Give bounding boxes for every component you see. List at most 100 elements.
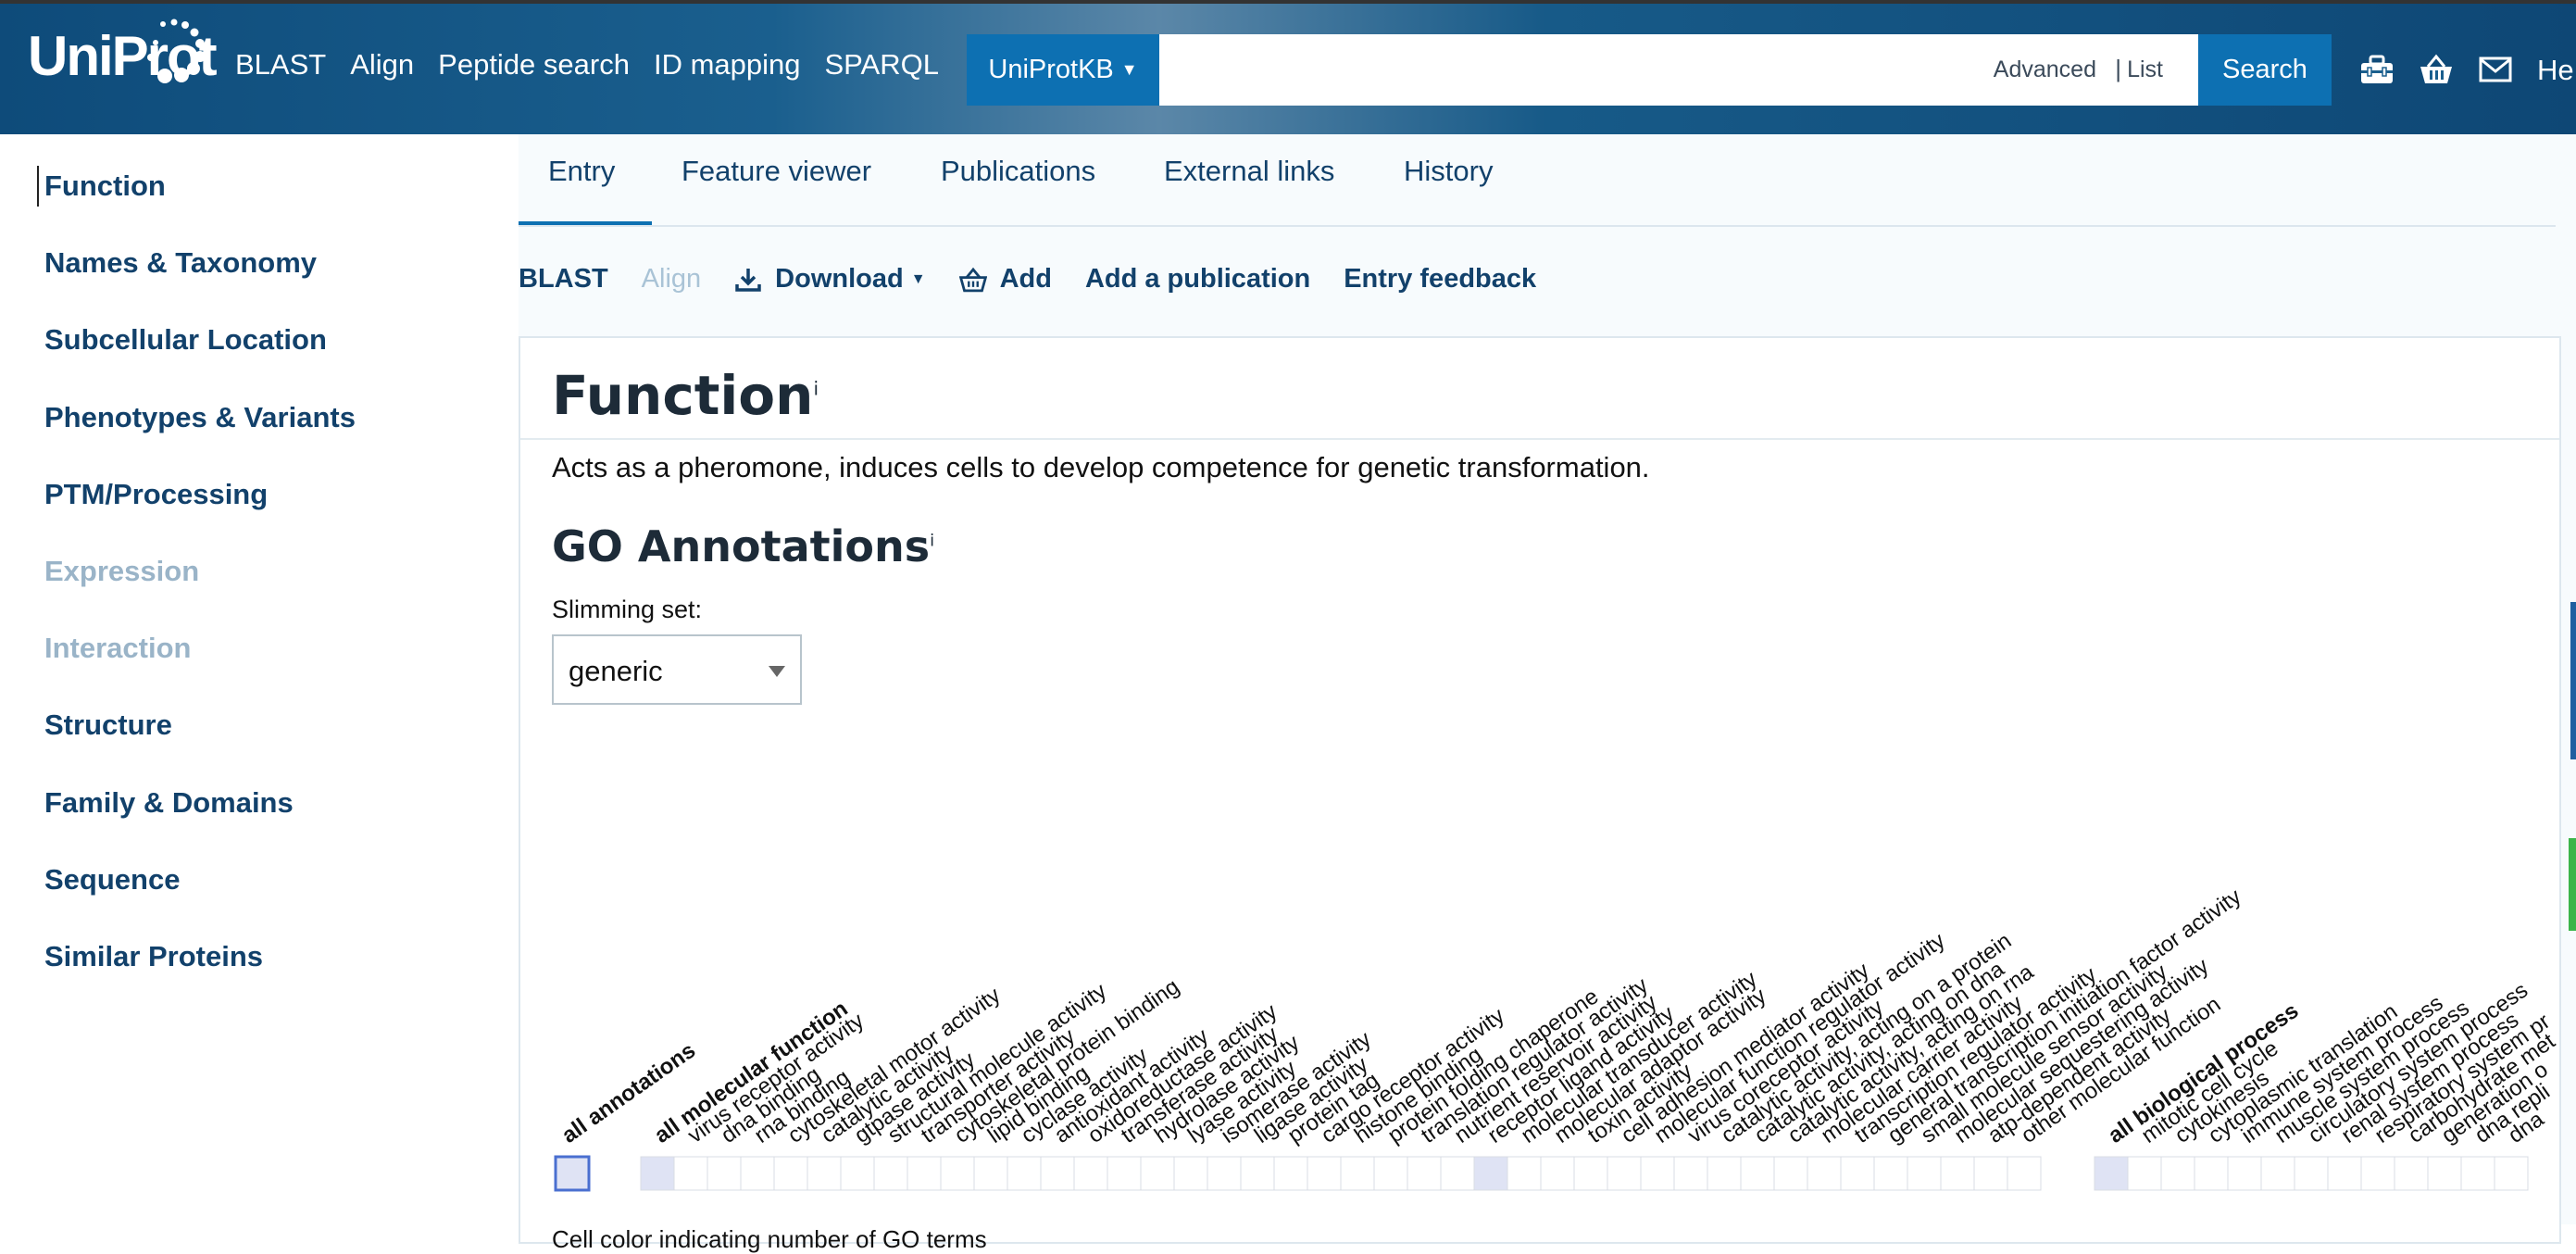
- add-publication-link[interactable]: Add a publication: [1085, 264, 1310, 295]
- ribbon-cell[interactable]: [1273, 1156, 1308, 1191]
- ribbon-cell[interactable]: [1307, 1156, 1342, 1191]
- list-search-link[interactable]: List: [2127, 56, 2163, 83]
- sidebar-item-ptm-processing[interactable]: PTM/Processing: [44, 478, 268, 511]
- ribbon-cell[interactable]: [1840, 1156, 1875, 1191]
- scroll-edge-indicator: [2570, 602, 2576, 759]
- ribbon-cell[interactable]: [1373, 1156, 1408, 1191]
- ribbon-cell[interactable]: [2007, 1156, 2042, 1191]
- ribbon-cell[interactable]: [673, 1156, 708, 1191]
- ribbon-cell[interactable]: [1573, 1156, 1608, 1191]
- ribbon-cell[interactable]: [807, 1156, 842, 1191]
- toolbox-icon[interactable]: [2359, 54, 2395, 85]
- ribbon-cell[interactable]: [2360, 1156, 2395, 1191]
- feedback-tab-edge[interactable]: [2569, 838, 2576, 931]
- sidebar-item-subcellular-location[interactable]: Subcellular Location: [44, 323, 327, 357]
- add-label: Add: [999, 264, 1052, 294]
- sidebar-item-function[interactable]: Function: [44, 169, 166, 203]
- entry-actions: BLAST Align Download ▼ Add Add a publica…: [519, 264, 1536, 295]
- ribbon-cell[interactable]: [1040, 1156, 1075, 1191]
- ribbon-cell[interactable]: [1407, 1156, 1442, 1191]
- ribbon-cell[interactable]: [2094, 1156, 2129, 1191]
- sidebar-item-similar-proteins[interactable]: Similar Proteins: [44, 940, 263, 973]
- ribbon-cell[interactable]: [707, 1156, 742, 1191]
- advanced-search-link[interactable]: Advanced: [1994, 56, 2096, 83]
- ribbon-cell[interactable]: [1007, 1156, 1042, 1191]
- sidebar-item-phenotypes-variants[interactable]: Phenotypes & Variants: [44, 401, 356, 434]
- ribbon-cell-all-annotations[interactable]: [554, 1155, 591, 1192]
- ribbon-cell[interactable]: [1240, 1156, 1275, 1191]
- nav-id-mapping[interactable]: ID mapping: [654, 48, 801, 82]
- nav-peptide-search[interactable]: Peptide search: [438, 48, 630, 82]
- nav-align[interactable]: Align: [350, 48, 414, 82]
- ribbon-cell[interactable]: [1440, 1156, 1475, 1191]
- ribbon-cell[interactable]: [2227, 1156, 2262, 1191]
- ribbon-cell[interactable]: [940, 1156, 975, 1191]
- ribbon-cell[interactable]: [773, 1156, 808, 1191]
- help-link[interactable]: He: [2537, 54, 2574, 87]
- sidebar-item-names-taxonomy[interactable]: Names & Taxonomy: [44, 246, 317, 280]
- ribbon-cell[interactable]: [2394, 1156, 2429, 1191]
- tab-feature-viewer[interactable]: Feature viewer: [682, 155, 871, 188]
- ribbon-cell[interactable]: [1673, 1156, 1708, 1191]
- ribbon-cell[interactable]: [2260, 1156, 2295, 1191]
- tab-entry[interactable]: Entry: [548, 155, 615, 188]
- ribbon-cell[interactable]: [1540, 1156, 1575, 1191]
- ribbon-cell[interactable]: [1140, 1156, 1175, 1191]
- ribbon-cell[interactable]: [2327, 1156, 2362, 1191]
- ribbon-cell[interactable]: [2294, 1156, 2329, 1191]
- ribbon-cell[interactable]: [1907, 1156, 1942, 1191]
- ribbon-cell[interactable]: [1473, 1156, 1508, 1191]
- add-to-basket-button[interactable]: Add: [958, 264, 1052, 295]
- nav-sparql[interactable]: SPARQL: [825, 48, 939, 82]
- ribbon-cell[interactable]: [1607, 1156, 1642, 1191]
- basket-icon[interactable]: [2419, 54, 2454, 85]
- sidebar-item-structure[interactable]: Structure: [44, 709, 172, 742]
- tab-publications[interactable]: Publications: [941, 155, 1095, 188]
- ribbon-cell[interactable]: [2460, 1156, 2495, 1191]
- tab-history[interactable]: History: [1404, 155, 1493, 188]
- ribbon-cell[interactable]: [2160, 1156, 2195, 1191]
- ribbon-cell[interactable]: [1807, 1156, 1842, 1191]
- database-select-button[interactable]: UniProtKB ▼: [967, 34, 1159, 106]
- blast-action[interactable]: BLAST: [519, 264, 608, 295]
- ribbon-legend-text: Cell color indicating number of GO terms: [552, 1225, 987, 1253]
- search-input[interactable]: [1159, 34, 1991, 104]
- ribbon-cell[interactable]: [1707, 1156, 1742, 1191]
- sidebar-item-sequence[interactable]: Sequence: [44, 863, 180, 897]
- mail-icon[interactable]: [2478, 54, 2513, 85]
- sidebar-item-expression: Expression: [44, 555, 200, 587]
- ribbon-cell[interactable]: [1640, 1156, 1675, 1191]
- main-content: Entry Feature viewer Publications Extern…: [519, 134, 2576, 1253]
- ribbon-cell[interactable]: [1107, 1156, 1142, 1191]
- download-label: Download: [775, 264, 904, 294]
- ribbon-cell[interactable]: [1873, 1156, 1908, 1191]
- ribbon-cell[interactable]: [873, 1156, 908, 1191]
- ribbon-cell[interactable]: [840, 1156, 875, 1191]
- tab-external-links[interactable]: External links: [1164, 155, 1334, 188]
- nav-blast[interactable]: BLAST: [235, 48, 326, 82]
- ribbon-cell[interactable]: [2127, 1156, 2162, 1191]
- ribbon-cell[interactable]: [1940, 1156, 1975, 1191]
- download-button[interactable]: Download ▼: [734, 264, 926, 295]
- ribbon-cell[interactable]: [640, 1156, 675, 1191]
- download-icon: [735, 268, 761, 292]
- basket-icon: [958, 267, 987, 292]
- search-button[interactable]: Search: [2198, 34, 2332, 106]
- ribbon-cell[interactable]: [1173, 1156, 1208, 1191]
- ribbon-cell[interactable]: [2194, 1156, 2229, 1191]
- entry-feedback-link[interactable]: Entry feedback: [1344, 264, 1536, 295]
- ribbon-cell[interactable]: [1740, 1156, 1775, 1191]
- ribbon-cell[interactable]: [907, 1156, 942, 1191]
- ribbon-cell[interactable]: [2427, 1156, 2462, 1191]
- ribbon-cell[interactable]: [1773, 1156, 1808, 1191]
- sidebar-item-family-domains[interactable]: Family & Domains: [44, 786, 294, 820]
- ribbon-cell[interactable]: [1973, 1156, 2008, 1191]
- ribbon-cell[interactable]: [1340, 1156, 1375, 1191]
- ribbon-cell[interactable]: [740, 1156, 775, 1191]
- ribbon-cell[interactable]: [1207, 1156, 1242, 1191]
- ribbon-cell[interactable]: [2494, 1156, 2529, 1191]
- ribbon-cell[interactable]: [973, 1156, 1008, 1191]
- ribbon-cell[interactable]: [1073, 1156, 1108, 1191]
- ribbon-cell[interactable]: [1507, 1156, 1542, 1191]
- caret-down-icon: ▼: [1120, 60, 1138, 79]
